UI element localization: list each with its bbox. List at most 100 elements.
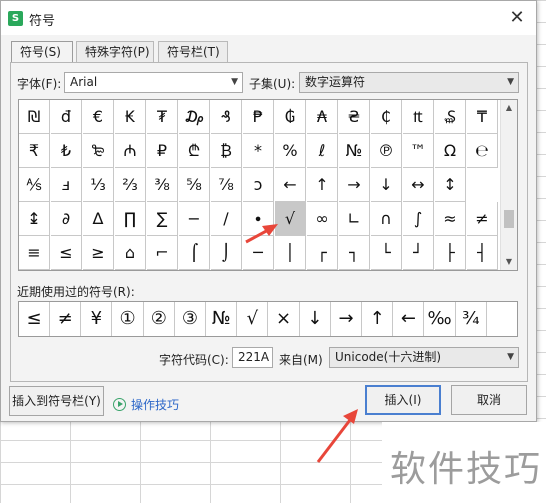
symbol-cell[interactable]: ≤	[51, 236, 82, 270]
symbol-cell[interactable]: ₷	[435, 100, 466, 134]
recent-symbol-cell[interactable]: ③	[175, 302, 206, 336]
tips-link[interactable]: 操作技巧	[113, 396, 179, 413]
recent-symbol-cell[interactable]: ①	[113, 302, 144, 336]
symbol-cell[interactable]: ≡	[19, 236, 50, 270]
symbol-cell[interactable]: ₺	[51, 134, 82, 168]
symbol-cell[interactable]: ₰	[211, 100, 242, 134]
insert-button[interactable]: 插入(I)	[365, 385, 441, 415]
symbol-cell[interactable]: ₽	[147, 134, 178, 168]
symbol-cell[interactable]: ⅝	[179, 168, 210, 202]
symbol-cell[interactable]: ∩	[371, 202, 402, 236]
recent-symbol-cell[interactable]: ←	[393, 302, 425, 336]
symbol-cell[interactable]: ⅎ	[51, 168, 82, 202]
symbol-cell[interactable]: ⅔	[115, 168, 146, 202]
recent-symbol-cell[interactable]: ≤	[19, 302, 50, 336]
symbol-cell[interactable]: ↓	[371, 168, 402, 202]
symbol-cell[interactable]: ₶	[403, 100, 434, 134]
font-select[interactable]: Arial ▼	[64, 72, 243, 93]
symbol-cell[interactable]: ∆	[83, 202, 114, 236]
symbol-cell[interactable]: ℗	[371, 134, 402, 168]
tab-symbol-bar[interactable]: 符号栏(T)	[158, 41, 228, 63]
symbol-cell[interactable]: *	[243, 134, 274, 168]
symbol-cell[interactable]: ⌐	[147, 236, 178, 270]
recent-symbol-cell[interactable]: ‰	[425, 302, 456, 336]
symbol-cell[interactable]: ∙	[243, 202, 274, 236]
symbol-cell[interactable]: ₴	[339, 100, 370, 134]
insert-to-symbol-bar-button[interactable]: 插入到符号栏(Y)	[9, 386, 104, 416]
symbol-cell[interactable]: ₵	[371, 100, 402, 134]
symbol-cell[interactable]: ┐	[339, 236, 370, 270]
symbol-cell[interactable]: └	[371, 236, 402, 270]
symbol-cell[interactable]: ∞	[307, 202, 338, 236]
symbol-cell[interactable]: ₻	[83, 134, 114, 168]
recent-symbol-cell[interactable]: №	[206, 302, 238, 336]
tab-special-chars[interactable]: 特殊字符(P)	[76, 41, 154, 63]
symbol-cell[interactable]: €	[83, 100, 114, 134]
recent-symbol-cell[interactable]: →	[331, 302, 362, 336]
symbol-cell[interactable]: ─	[243, 236, 274, 270]
scroll-thumb[interactable]	[504, 210, 514, 228]
char-code-input[interactable]: 221A	[232, 347, 273, 368]
symbol-cell[interactable]: ₾	[179, 134, 210, 168]
tab-symbols[interactable]: 符号(S)	[11, 41, 73, 64]
symbol-cell[interactable]: ┌	[307, 236, 338, 270]
symbol-cell[interactable]: ≥	[83, 236, 114, 270]
symbol-cell[interactable]: ↄ	[243, 168, 274, 202]
symbol-cell[interactable]: ∟	[339, 202, 370, 236]
scroll-up-icon[interactable]: ▲	[501, 100, 517, 116]
symbol-cell[interactable]: ⌠	[179, 236, 210, 270]
symbol-cell[interactable]: Ω	[435, 134, 466, 168]
symbol-cell[interactable]: ∏	[115, 202, 146, 236]
symbol-cell[interactable]: %	[275, 134, 306, 168]
symbol-cell[interactable]: ₮	[147, 100, 178, 134]
symbol-cell[interactable]: ↔	[403, 168, 434, 202]
recent-symbol-cell[interactable]: ≠	[50, 302, 82, 336]
recent-symbol-cell[interactable]: ¾	[456, 302, 487, 336]
grid-scrollbar[interactable]: ▲ ▼	[500, 100, 517, 270]
symbol-cell[interactable]: ⅞	[211, 168, 242, 202]
subset-select[interactable]: 数字运算符 ▼	[299, 72, 519, 93]
symbol-cell[interactable]: ←	[275, 168, 306, 202]
cancel-button[interactable]: 取消	[451, 385, 527, 415]
recent-symbol-cell[interactable]: ↑	[362, 302, 394, 336]
symbol-cell[interactable]: ₿	[211, 134, 242, 168]
symbol-cell[interactable]: ⌂	[115, 236, 146, 270]
recent-symbol-cell[interactable]: ¥	[81, 302, 113, 336]
symbol-cell[interactable]: ⅍	[19, 168, 50, 202]
symbol-cell[interactable]: ∫	[403, 202, 434, 236]
symbol-cell[interactable]: ∂	[51, 202, 82, 236]
symbol-cell[interactable]: ⌡	[211, 236, 242, 270]
symbol-cell[interactable]: ₼	[115, 134, 146, 168]
symbol-cell[interactable]: ₹	[19, 134, 50, 168]
symbol-cell[interactable]: ⅜	[147, 168, 178, 202]
symbol-cell[interactable]: ∕	[211, 202, 242, 236]
symbol-cell[interactable]: ₱	[243, 100, 274, 134]
symbol-cell[interactable]: ₲	[275, 100, 306, 134]
recent-symbol-cell[interactable]: ②	[144, 302, 175, 336]
symbol-cell[interactable]: ™	[403, 134, 434, 168]
symbol-cell[interactable]: │	[275, 236, 306, 270]
symbol-cell[interactable]: ↨	[19, 202, 50, 236]
symbol-cell[interactable]: ₳	[307, 100, 338, 134]
symbol-cell[interactable]: ℓ	[307, 134, 338, 168]
symbol-cell[interactable]: ₯	[179, 100, 210, 134]
recent-symbol-cell[interactable]: √	[237, 302, 269, 336]
symbol-cell[interactable]: ⅓	[83, 168, 114, 202]
symbol-cell[interactable]: →	[339, 168, 370, 202]
symbol-cell[interactable]: №	[339, 134, 370, 168]
symbol-cell[interactable]: ∑	[147, 202, 178, 236]
symbol-cell[interactable]: ℮	[467, 134, 498, 168]
symbol-cell[interactable]: đ	[51, 100, 82, 134]
symbol-cell[interactable]: ├	[435, 236, 466, 270]
symbol-cell[interactable]: ┤	[467, 236, 498, 270]
close-icon[interactable]: ✕	[506, 7, 528, 29]
symbol-cell[interactable]: ₸	[467, 100, 498, 134]
recent-symbol-cell[interactable]: ×	[269, 302, 300, 336]
symbol-cell[interactable]: ┘	[403, 236, 434, 270]
symbol-cell[interactable]: ₭	[115, 100, 146, 134]
scroll-down-icon[interactable]: ▼	[501, 254, 517, 270]
symbol-cell[interactable]: √	[275, 202, 306, 236]
symbol-cell[interactable]: ₪	[19, 100, 50, 134]
from-select[interactable]: Unicode(十六进制) ▼	[329, 347, 519, 368]
recent-symbol-cell[interactable]: ↓	[300, 302, 331, 336]
